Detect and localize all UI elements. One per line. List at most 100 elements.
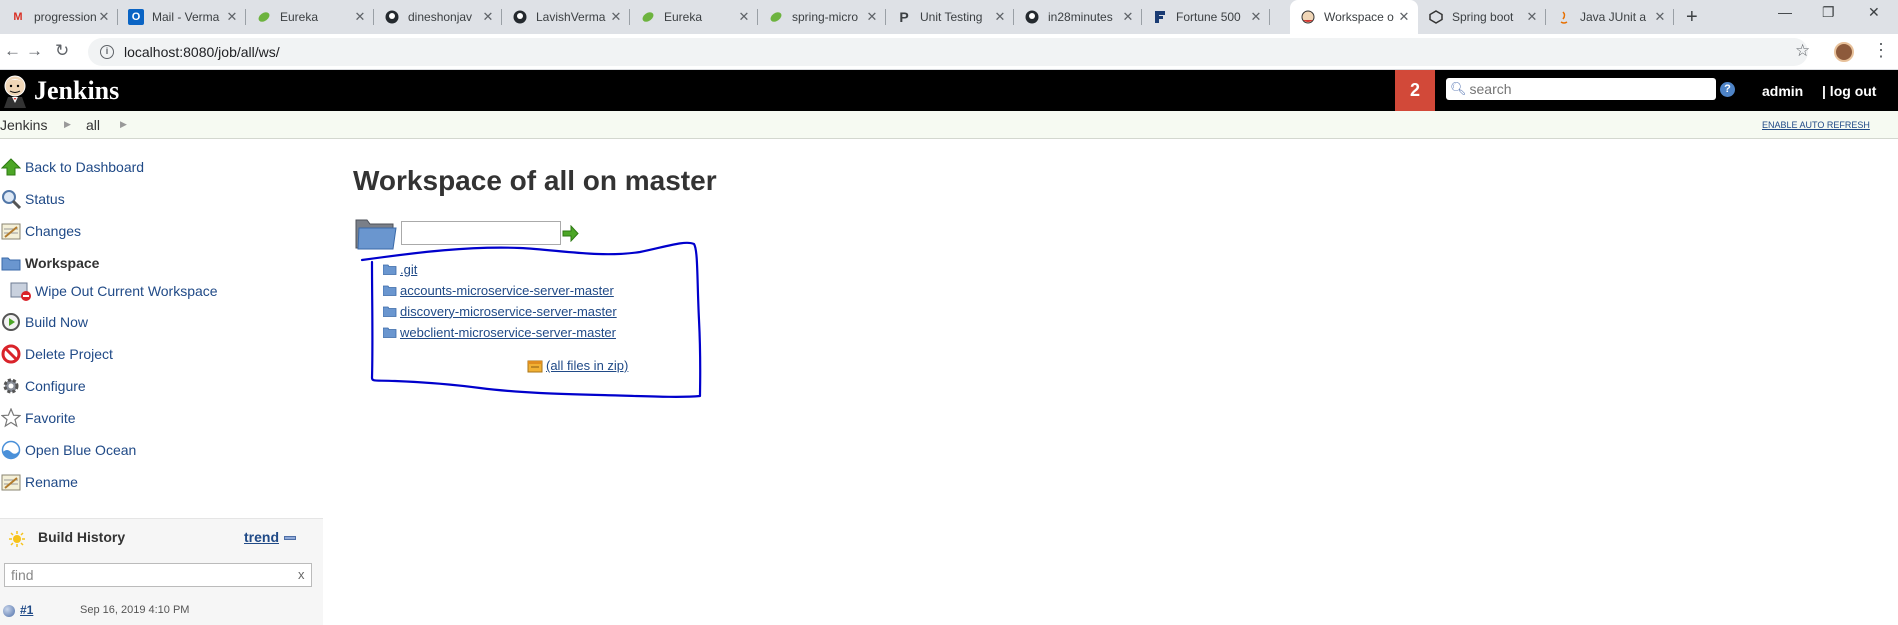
zip-download: (all files in zip) (527, 358, 628, 373)
task-favorite[interactable]: Favorite (0, 404, 76, 432)
file-link-discovery[interactable]: discovery-microservice-server-master (400, 304, 617, 319)
maximize-button[interactable]: ❐ (1822, 4, 1835, 21)
close-tab-icon[interactable]: ✕ (864, 9, 880, 25)
browser-tab-2[interactable]: O Mail - Verma ✕ (118, 0, 246, 34)
breadcrumb-jenkins[interactable]: Jenkins (0, 117, 47, 133)
task-wipe-out-workspace[interactable]: Wipe Out Current Workspace (10, 277, 218, 305)
file-link-webclient[interactable]: webclient-microservice-server-master (400, 325, 616, 340)
forward-arrow-icon[interactable]: → (26, 41, 43, 61)
github-icon (512, 9, 528, 25)
close-window-button[interactable]: ✕ (1868, 4, 1880, 21)
search-icon: 🔍︎ (1450, 81, 1467, 96)
find-input[interactable]: find (4, 563, 312, 587)
logout-link[interactable]: | log out (1822, 83, 1876, 99)
workspace-path-input[interactable] (401, 221, 561, 245)
task-back-to-dashboard[interactable]: Back to Dashboard (0, 153, 144, 181)
reload-icon[interactable]: ↻ (55, 41, 69, 61)
browser-tab-3[interactable]: Eureka ✕ (246, 0, 374, 34)
build-number-link[interactable]: #1 (20, 603, 33, 617)
go-arrow-icon[interactable] (562, 225, 579, 242)
task-build-now[interactable]: Build Now (0, 308, 88, 336)
list-item: accounts-microservice-server-master (383, 281, 614, 299)
file-link-git[interactable]: .git (400, 262, 417, 277)
browser-tab-strip: M progression ✕ O Mail - Verma ✕ Eureka … (0, 0, 1898, 34)
task-configure[interactable]: Configure (0, 372, 86, 400)
close-tab-icon[interactable]: ✕ (1524, 9, 1540, 25)
close-tab-icon[interactable]: ✕ (1248, 9, 1264, 25)
enable-auto-refresh-link[interactable]: ENABLE AUTO REFRESH (1762, 120, 1870, 130)
new-tab-button[interactable]: + (1686, 6, 1698, 29)
notification-badge[interactable]: 2 (1395, 70, 1435, 111)
profile-avatar[interactable] (1834, 42, 1854, 62)
help-icon[interactable]: ? (1720, 82, 1735, 97)
close-tab-icon[interactable]: ✕ (352, 9, 368, 25)
wipe-workspace-icon (10, 280, 32, 302)
info-icon[interactable]: i (100, 45, 114, 59)
browser-tab-10[interactable]: Fortune 500 ✕ (1142, 0, 1270, 34)
back-arrow-icon[interactable]: ← (4, 41, 21, 61)
gear-icon (0, 375, 22, 397)
trend-link[interactable]: trend (244, 529, 279, 545)
browser-tab-9[interactable]: in28minutes ✕ (1014, 0, 1142, 34)
task-rename[interactable]: Rename (0, 468, 78, 496)
url-text: localhost:8080/job/all/ws/ (124, 44, 280, 60)
clear-find-icon[interactable]: x (298, 567, 305, 582)
task-delete-project[interactable]: Delete Project (0, 340, 113, 368)
browser-tab-7[interactable]: spring-micro ✕ (758, 0, 886, 34)
fortune-icon (1152, 9, 1168, 25)
chevron-right-icon[interactable]: ▶ (120, 119, 127, 130)
browser-tab-8[interactable]: P Unit Testing ✕ (886, 0, 1014, 34)
browser-tab-11[interactable]: Workspace o ✕ (1290, 0, 1418, 34)
jenkins-butler-logo[interactable] (0, 73, 30, 108)
java-icon (1556, 9, 1572, 25)
browser-tab-1[interactable]: M progression ✕ (0, 0, 118, 34)
gmail-icon: M (13, 11, 23, 23)
workspace-folder-icon (355, 219, 397, 250)
breadcrumb-all[interactable]: all (86, 117, 100, 133)
folder-icon (383, 264, 397, 275)
build-status-ball-icon (3, 605, 15, 617)
close-tab-icon[interactable]: ✕ (96, 9, 112, 25)
minimize-button[interactable]: — (1778, 4, 1792, 20)
build-date-link[interactable]: Sep 16, 2019 4:10 PM (80, 604, 189, 616)
page-title: Workspace of all on master (353, 165, 717, 196)
task-workspace[interactable]: Workspace (0, 249, 99, 277)
task-changes[interactable]: Changes (0, 217, 81, 245)
user-link[interactable]: admin (1762, 83, 1803, 99)
chevron-right-icon[interactable]: ▶ (64, 119, 71, 130)
close-tab-icon[interactable]: ✕ (1652, 9, 1668, 25)
folder-icon (383, 285, 397, 296)
close-tab-icon[interactable]: ✕ (992, 9, 1008, 25)
task-open-blue-ocean[interactable]: Open Blue Ocean (0, 436, 136, 464)
close-tab-icon[interactable]: ✕ (1396, 9, 1412, 25)
file-link-accounts[interactable]: accounts-microservice-server-master (400, 283, 614, 298)
all-files-zip-link[interactable]: (all files in zip) (546, 358, 628, 373)
spring-leaf-icon (768, 9, 784, 25)
browser-tab-4[interactable]: dineshonjav ✕ (374, 0, 502, 34)
spring-leaf-icon (640, 9, 656, 25)
clock-build-icon (0, 311, 22, 333)
browser-tab-6[interactable]: Eureka ✕ (630, 0, 758, 34)
star-icon (0, 407, 22, 429)
close-tab-icon[interactable]: ✕ (608, 9, 624, 25)
spring-boot-icon (1428, 9, 1444, 25)
close-tab-icon[interactable]: ✕ (736, 9, 752, 25)
close-tab-icon[interactable]: ✕ (224, 9, 240, 25)
close-tab-icon[interactable]: ✕ (1120, 9, 1136, 25)
search-input[interactable] (1469, 81, 1710, 97)
list-item: webclient-microservice-server-master (383, 323, 616, 341)
github-icon (1024, 9, 1040, 25)
address-bar[interactable]: i localhost:8080/job/all/ws/ (88, 38, 1808, 66)
browser-tab-12[interactable]: Spring boot ✕ (1418, 0, 1546, 34)
collapse-icon[interactable] (284, 536, 296, 540)
browser-tab-5[interactable]: LavishVerma ✕ (502, 0, 630, 34)
close-tab-icon[interactable]: ✕ (480, 9, 496, 25)
browser-tab-13[interactable]: Java JUnit a ✕ (1546, 0, 1674, 34)
search-box[interactable]: 🔍︎ (1446, 78, 1716, 100)
jenkins-header: Jenkins 2 🔍︎ ? admin | log out (0, 70, 1898, 111)
bookmark-star-icon[interactable]: ☆ (1795, 41, 1810, 61)
jenkins-brand-name[interactable]: Jenkins (34, 76, 119, 106)
chrome-menu-icon[interactable]: ⋮ (1872, 40, 1890, 61)
task-status[interactable]: Status (0, 185, 65, 213)
notepad-icon (0, 220, 22, 242)
